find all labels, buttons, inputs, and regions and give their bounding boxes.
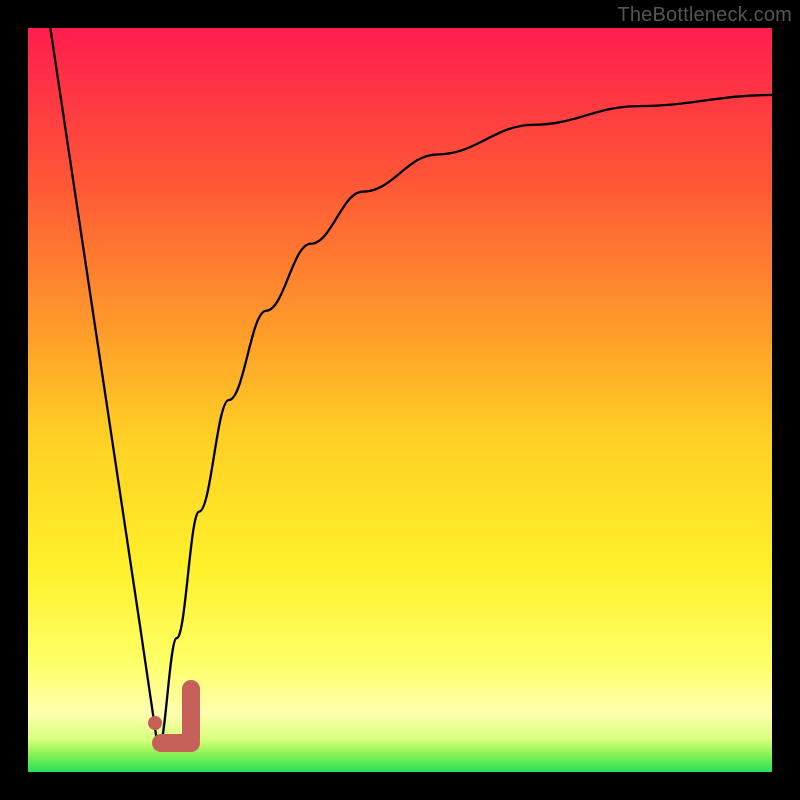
plot-area: [28, 28, 772, 772]
annotation-dot: [148, 716, 162, 730]
curve-layer: [28, 28, 772, 772]
chart-frame: TheBottleneck.com: [0, 0, 800, 800]
curve-right-branch: [158, 95, 772, 750]
annotation-j-base: [152, 734, 200, 752]
watermark-text: TheBottleneck.com: [617, 4, 792, 27]
curve-left-branch: [50, 28, 158, 750]
